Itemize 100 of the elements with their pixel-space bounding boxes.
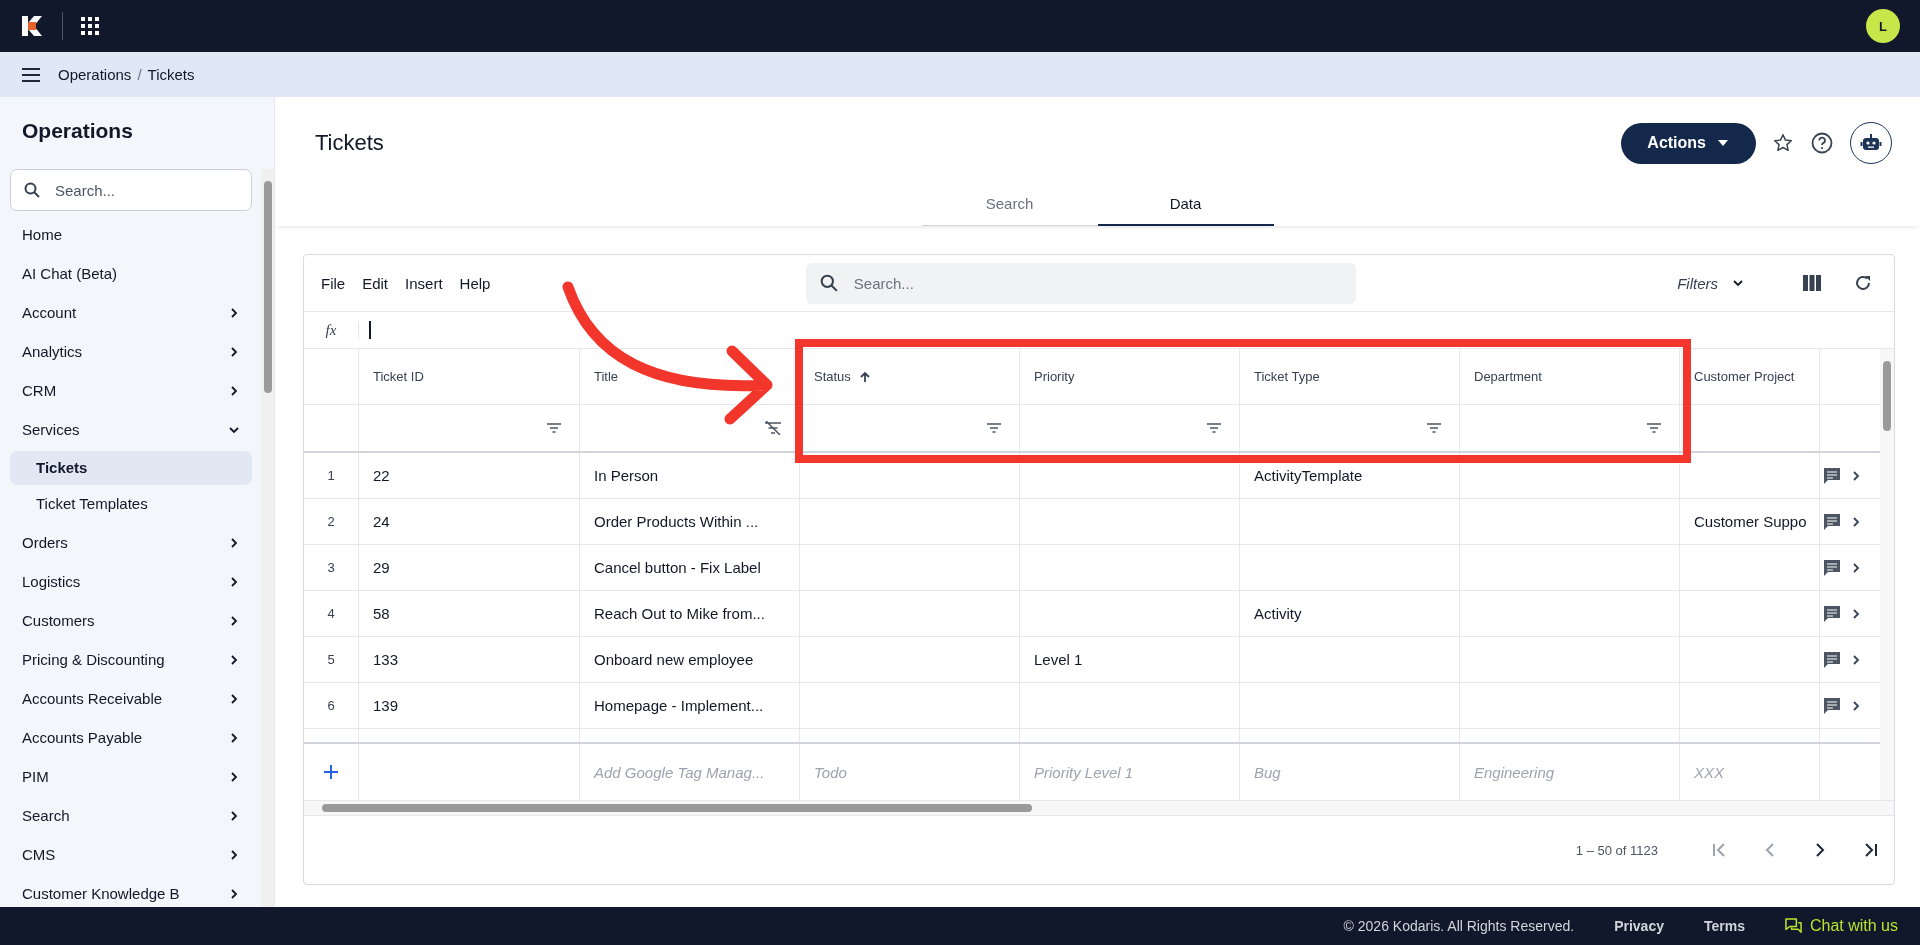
table-cell: Reach Out to Mike from...: [580, 591, 800, 636]
sidebar-item[interactable]: Logistics: [10, 562, 252, 601]
column-header[interactable]: Ticket Type: [1240, 349, 1460, 404]
chevron-right-icon[interactable]: [1850, 699, 1862, 712]
chevron-right-icon[interactable]: [1850, 607, 1862, 620]
chevron-icon: [1732, 277, 1744, 289]
sidebar-item[interactable]: Search: [10, 796, 252, 835]
comment-icon[interactable]: [1822, 649, 1842, 670]
filter-icon[interactable]: [1647, 423, 1661, 433]
menu-icon[interactable]: [22, 67, 40, 82]
tab[interactable]: Data: [1097, 181, 1274, 226]
sidebar-item-label: PIM: [22, 768, 49, 785]
sidebar-item-label: Logistics: [22, 573, 81, 590]
sidebar-item[interactable]: CRM: [10, 371, 252, 410]
table-cell: Activity: [1240, 591, 1460, 636]
menu-item[interactable]: File: [321, 274, 346, 292]
column-header[interactable]: Customer Project: [1680, 349, 1820, 404]
apps-grid-icon[interactable]: [81, 17, 99, 35]
table-cell: In Person: [580, 453, 800, 498]
sidebar-item[interactable]: Customer Knowledge B: [10, 874, 252, 907]
filter-icon[interactable]: [987, 423, 1001, 433]
scrollbar[interactable]: [304, 800, 1894, 816]
sidebar-item[interactable]: PIM: [10, 757, 252, 796]
actions-button[interactable]: Actions: [1621, 122, 1756, 164]
search-field[interactable]: Search...: [10, 169, 252, 211]
refresh-icon[interactable]: [1854, 274, 1872, 292]
chevron-right-icon[interactable]: [1850, 469, 1862, 482]
last-page-icon[interactable]: [1862, 842, 1878, 858]
comment-icon[interactable]: [1822, 465, 1842, 486]
table-cell: ActivityTemplate: [1240, 453, 1460, 498]
column-header[interactable]: Status: [800, 349, 1020, 404]
sidebar-item[interactable]: Home: [10, 215, 252, 254]
sidebar-subitem[interactable]: Tickets: [10, 451, 252, 485]
comment-icon[interactable]: [1822, 511, 1842, 532]
footer-link[interactable]: Terms: [1703, 918, 1745, 934]
logo-icon[interactable]: [20, 14, 44, 38]
sidebar-item-label: Customer Knowledge B: [22, 885, 180, 902]
comment-icon[interactable]: [1822, 695, 1842, 716]
menu-item[interactable]: Insert: [405, 274, 443, 292]
sidebar-item[interactable]: Customers: [10, 601, 252, 640]
filter-icon[interactable]: [1427, 423, 1441, 433]
table-cell: 139: [359, 683, 580, 728]
columns-icon[interactable]: [1803, 275, 1821, 291]
column-header-label: Title: [594, 369, 619, 384]
chevron-right-icon[interactable]: [1850, 653, 1862, 666]
sidebar-item-label: Accounts Payable: [22, 729, 143, 746]
assistant-button[interactable]: [1850, 122, 1892, 164]
sidebar-item[interactable]: Orders: [10, 523, 252, 562]
caret-icon: [1718, 140, 1728, 146]
sidebar-item[interactable]: Services: [10, 410, 252, 449]
star-icon[interactable]: [1772, 132, 1794, 154]
cell-placeholder: Engineering: [1474, 763, 1555, 781]
table-cell: Level 1: [1020, 637, 1240, 682]
sidebar-item[interactable]: Pricing & Discounting: [10, 640, 252, 679]
search-field[interactable]: Search...: [805, 262, 1356, 304]
search-icon: [819, 274, 838, 292]
clear-filter-icon[interactable]: [765, 421, 781, 435]
sidebar-item-label: AI Chat (Beta): [22, 265, 118, 282]
comment-icon[interactable]: [1822, 557, 1842, 578]
row-number: 4: [304, 591, 359, 636]
add-row-icon[interactable]: [323, 764, 339, 780]
tab[interactable]: Search: [921, 181, 1098, 226]
scrollbar[interactable]: [1880, 349, 1894, 800]
table-cell: Homepage - Implement...: [580, 683, 800, 728]
menu-item[interactable]: Help: [459, 274, 491, 292]
cell-placeholder: Todo: [814, 763, 847, 781]
breadcrumb-link[interactable]: Tickets: [147, 66, 195, 83]
sidebar-item[interactable]: Accounts Payable: [10, 718, 252, 757]
row-number: 2: [304, 499, 359, 544]
row-number: 6: [304, 683, 359, 728]
breadcrumb-link[interactable]: Operations: [58, 66, 132, 83]
sidebar-subitem[interactable]: Ticket Templates: [10, 487, 252, 521]
column-header[interactable]: Department: [1460, 349, 1680, 404]
footer-link[interactable]: Privacy: [1614, 918, 1664, 934]
filters-dropdown[interactable]: Filters: [1671, 273, 1750, 293]
sidebar-item[interactable]: AI Chat (Beta): [10, 254, 252, 293]
table-cell: Onboard new employee: [580, 637, 800, 682]
sidebar-item-label: Customers: [22, 612, 95, 629]
chat-link[interactable]: Chat with us: [1784, 917, 1898, 935]
cell-placeholder: XXX: [1694, 763, 1724, 781]
chevron-right-icon[interactable]: [1850, 515, 1862, 528]
column-header[interactable]: Priority: [1020, 349, 1240, 404]
sidebar-item[interactable]: Account: [10, 293, 252, 332]
chat-icon: [1784, 917, 1802, 935]
sidebar-item[interactable]: Accounts Receivable: [10, 679, 252, 718]
sidebar-item[interactable]: Analytics: [10, 332, 252, 371]
help-icon[interactable]: [1810, 131, 1834, 155]
comment-icon[interactable]: [1822, 603, 1842, 624]
column-header[interactable]: Title: [580, 349, 800, 404]
sidebar-item[interactable]: CMS: [10, 835, 252, 874]
chevron-right-icon[interactable]: [1850, 561, 1862, 574]
filter-icon[interactable]: [547, 423, 561, 433]
column-header[interactable]: Ticket ID: [359, 349, 580, 404]
menu-item[interactable]: Edit: [362, 274, 389, 292]
sidebar-item-label: CRM: [22, 382, 57, 399]
filter-icon[interactable]: [1207, 423, 1221, 433]
sidebar-item-label: CMS: [22, 846, 56, 863]
scrollbar[interactable]: [262, 169, 274, 907]
user-avatar[interactable]: L: [1866, 9, 1900, 43]
table-cell: Cancel button - Fix Label: [580, 545, 800, 590]
